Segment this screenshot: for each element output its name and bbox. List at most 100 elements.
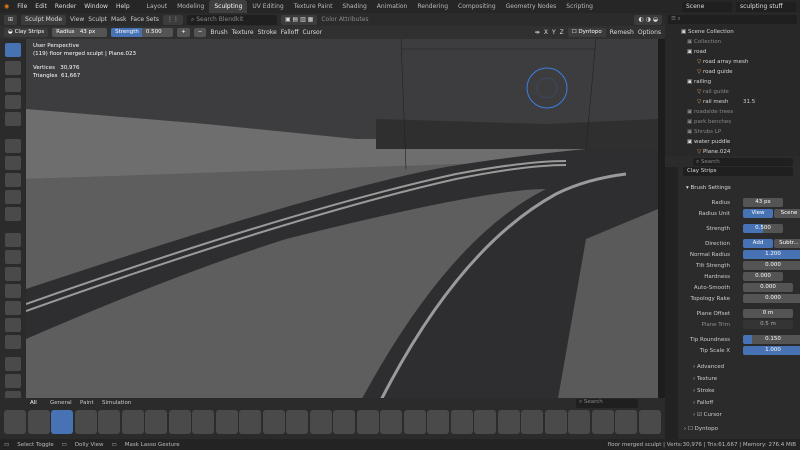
brush-thumbnail-icon[interactable] — [356, 410, 379, 434]
tab-uv-editing[interactable]: UV Editing — [247, 0, 288, 13]
brush-thumbnail-icon[interactable] — [309, 410, 332, 434]
layer-tool-icon[interactable] — [5, 112, 21, 126]
mode-selector[interactable]: Sculpt Mode — [21, 14, 67, 25]
outliner-row[interactable]: ▽ rail guide — [665, 87, 800, 97]
draw-brush-tool-icon[interactable] — [5, 43, 21, 57]
menu-texture[interactable]: Texture — [232, 29, 254, 36]
blendkit-tools-icon[interactable]: ▣ ▤ ▥ ▦ — [280, 14, 318, 25]
brush-thumbnail-icon[interactable] — [591, 410, 614, 434]
rotate-tool-icon[interactable] — [5, 374, 21, 388]
snake-hook-tool-icon[interactable] — [5, 250, 21, 264]
menu-render[interactable]: Render — [51, 3, 80, 10]
outliner-filter[interactable]: ☰ ⌕ — [668, 15, 797, 24]
brush-thumbnail-icon[interactable] — [27, 410, 50, 434]
brush-thumbnail-icon[interactable] — [638, 410, 661, 434]
brush-thumbnail-icon[interactable] — [380, 410, 402, 434]
smooth-tool-icon[interactable] — [5, 190, 21, 204]
tab-shading[interactable]: Shading — [337, 0, 371, 13]
subpanel-dyntopo[interactable]: › ☐ Dyntopo — [684, 426, 718, 432]
cloth-tool-icon[interactable] — [5, 301, 21, 315]
hardness-field[interactable]: 0.000 — [743, 272, 783, 281]
menu-options[interactable]: Options — [638, 29, 661, 36]
shelf-tab-all[interactable]: All — [30, 400, 37, 406]
blob-tool-icon[interactable] — [5, 156, 21, 170]
subpanel-texture[interactable]: › Texture — [693, 376, 717, 382]
radius-field[interactable]: Radius 43 px — [52, 28, 108, 37]
plane-offset-field[interactable]: 0 m — [743, 309, 793, 318]
radius-unit-scene-button[interactable]: Scene — [774, 209, 800, 218]
crease-tool-icon[interactable] — [5, 173, 21, 187]
active-brush-row[interactable]: Clay Strips — [678, 167, 800, 177]
tab-rendering[interactable]: Rendering — [412, 0, 453, 13]
draw-sharp-tool-icon[interactable] — [5, 61, 21, 75]
shelf-tab-paint[interactable]: Paint — [80, 400, 94, 406]
scene-selector[interactable]: Scene — [682, 1, 732, 12]
properties-search[interactable]: ⌕ Search — [693, 158, 793, 166]
editor-type-icon[interactable]: ⊞ — [4, 14, 18, 25]
3d-viewport[interactable] — [26, 39, 658, 410]
menu-falloff[interactable]: Falloff — [281, 29, 299, 36]
add-icon[interactable]: + — [177, 28, 190, 37]
pose-tool-icon[interactable] — [5, 284, 21, 298]
tab-compositing[interactable]: Compositing — [453, 0, 501, 13]
menu-file[interactable]: File — [13, 3, 31, 10]
brush-thumbnail-icon[interactable] — [544, 410, 567, 434]
direction-add-button[interactable]: Add — [743, 239, 773, 248]
brush-thumbnail-icon[interactable] — [215, 410, 238, 434]
brush-thumbnail-icon[interactable] — [286, 410, 308, 434]
tab-animation[interactable]: Animation — [372, 0, 413, 13]
tab-texture-paint[interactable]: Texture Paint — [289, 0, 338, 13]
subpanel-stroke[interactable]: › Stroke — [693, 388, 714, 394]
menu-window[interactable]: Window — [80, 3, 112, 10]
tab-sculpting[interactable]: Sculpting — [209, 0, 248, 13]
direction-subtract-button[interactable]: Subtr... — [774, 239, 800, 248]
outliner-row[interactable]: ▣ Collection — [665, 37, 800, 47]
brush-thumbnail-icon[interactable] — [145, 410, 167, 434]
tab-scripting[interactable]: Scripting — [561, 0, 598, 13]
brush-thumbnail-icon[interactable] — [121, 410, 144, 434]
normal-radius-field[interactable]: 1.200 — [743, 250, 800, 259]
menu-edit[interactable]: Edit — [31, 3, 51, 10]
tilt-strength-field[interactable]: 0.000 — [743, 261, 800, 270]
brush-thumbnail-icon[interactable] — [497, 410, 520, 434]
brush-thumbnail-icon[interactable] — [98, 410, 120, 434]
axis-z[interactable]: Z — [560, 29, 564, 36]
subpanel-falloff[interactable]: › Falloff — [693, 400, 713, 406]
view-layer-selector[interactable]: sculpting stuff — [736, 1, 796, 12]
inflate-tool-icon[interactable] — [5, 139, 21, 153]
brush-thumbnail-icon[interactable] — [615, 410, 637, 434]
auto-smooth-field[interactable]: 0.000 — [743, 283, 793, 292]
menu-mask[interactable]: Mask — [111, 16, 126, 23]
outliner-row[interactable]: ▽ road guide — [665, 67, 800, 77]
outliner-row[interactable]: ▣ railing — [665, 77, 800, 87]
menu-remesh[interactable]: Remesh — [610, 29, 634, 36]
color-attributes[interactable]: Color Attributes — [321, 16, 368, 23]
menu-brush[interactable]: Brush — [210, 29, 227, 36]
strength-prop-field[interactable]: 0.500 — [743, 224, 783, 233]
thumb-tool-icon[interactable] — [5, 267, 21, 281]
tab-modeling[interactable]: Modeling — [172, 0, 209, 13]
menu-view[interactable]: View — [70, 16, 84, 23]
blender-logo-icon[interactable]: ◉ — [0, 3, 13, 10]
grab-tool-icon[interactable] — [5, 233, 21, 247]
flatten-tool-icon[interactable] — [5, 207, 21, 221]
menu-cursor[interactable]: Cursor — [302, 29, 322, 36]
brush-thumbnail-icon[interactable] — [521, 410, 543, 434]
brush-thumbnail-icon[interactable] — [333, 410, 355, 434]
tab-layout[interactable]: Layout — [142, 0, 172, 13]
brush-thumbnail-icon[interactable] — [474, 410, 496, 434]
menu-help[interactable]: Help — [112, 3, 134, 10]
menu-face-sets[interactable]: Face Sets — [131, 16, 159, 23]
snap-icon[interactable]: ⋮⋮ — [162, 14, 183, 25]
outliner-row[interactable]: ▣ water puddle — [665, 137, 800, 147]
brush-thumbnail-icon[interactable] — [51, 410, 73, 434]
tip-roundness-field[interactable]: 0.150 — [743, 335, 800, 344]
brush-thumbnail-icon[interactable] — [568, 410, 590, 434]
simplify-tool-icon[interactable] — [5, 318, 21, 332]
blendkit-search[interactable]: ⌕ Search Blendkit — [186, 14, 277, 25]
outliner-row[interactable]: ▣ park benches — [665, 117, 800, 127]
brush-selector[interactable]: ◒ Clay Strips — [4, 28, 49, 37]
outliner-row[interactable]: ▣ roadside trees — [665, 107, 800, 117]
mask-tool-icon[interactable] — [5, 335, 21, 349]
brush-thumbnail-icon[interactable] — [168, 410, 191, 434]
